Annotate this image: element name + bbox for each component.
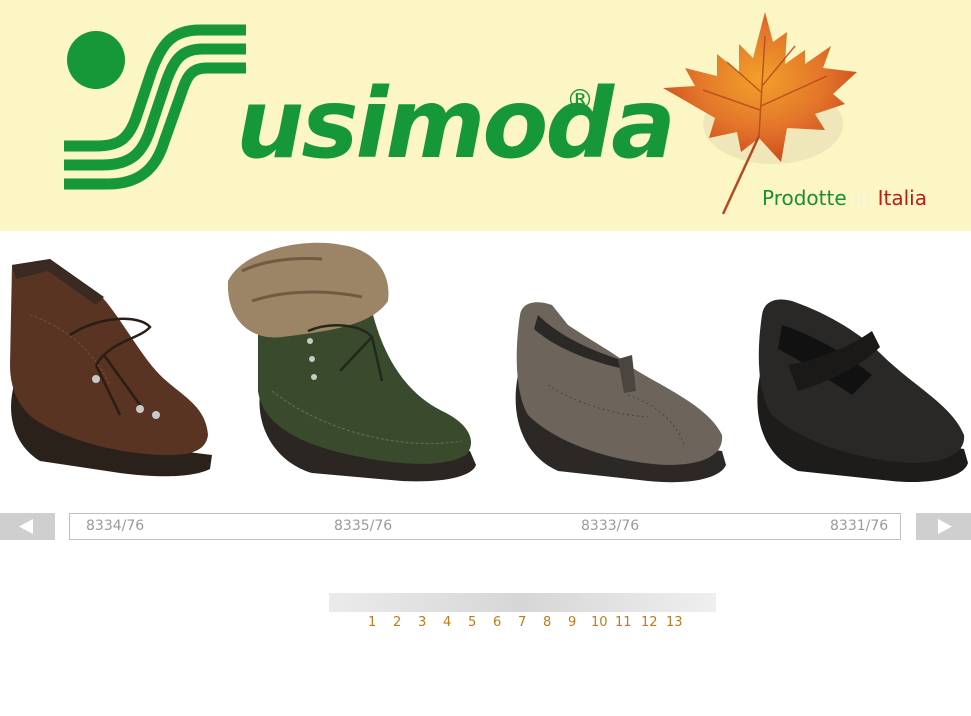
- product-code[interactable]: 8331/76: [830, 518, 888, 535]
- page-link[interactable]: 11: [615, 614, 632, 631]
- product-code[interactable]: 8333/76: [581, 518, 639, 535]
- grey-leather-slip-on-wedge-shoe-image[interactable]: [508, 295, 730, 495]
- susimoda-logo[interactable]: usimoda ®: [60, 22, 676, 202]
- pagination-bar: [329, 593, 716, 612]
- made-in-italy-label: Prodotte in Italia: [762, 188, 927, 208]
- brand-name: usimoda: [236, 68, 676, 180]
- made-in-word-in: in: [853, 186, 872, 210]
- page-link[interactable]: 4: [443, 614, 451, 631]
- black-strap-wedge-shoe-image[interactable]: [752, 295, 970, 495]
- registered-mark: ®: [566, 83, 594, 116]
- triangle-right-icon: [938, 519, 952, 534]
- header-banner: usimoda ® Prodotte in Italia: [0, 0, 971, 231]
- green-suede-fur-collar-wedge-boot-image[interactable]: [222, 241, 480, 496]
- page-link[interactable]: 6: [493, 614, 501, 631]
- made-in-word-italia: Italia: [877, 186, 927, 210]
- page-link[interactable]: 5: [468, 614, 476, 631]
- product-code-bar: 8334/76 8335/76 8333/76 8331/76: [69, 513, 901, 540]
- next-button[interactable]: [916, 513, 971, 540]
- page-link[interactable]: 2: [393, 614, 401, 631]
- brown-suede-lace-up-wedge-bootie-image[interactable]: [0, 255, 220, 495]
- page-link[interactable]: 3: [418, 614, 426, 631]
- page-link[interactable]: 1: [368, 614, 376, 631]
- page-link[interactable]: 10: [591, 614, 608, 631]
- page-link[interactable]: 13: [666, 614, 683, 631]
- page-link[interactable]: 7: [518, 614, 526, 631]
- page-link[interactable]: 9: [568, 614, 576, 631]
- triangle-left-icon: [19, 519, 33, 534]
- product-code[interactable]: 8335/76: [334, 518, 392, 535]
- page-link[interactable]: 12: [641, 614, 658, 631]
- made-in-word-prodotte: Prodotte: [762, 186, 847, 210]
- product-carousel: [0, 231, 971, 511]
- page-link[interactable]: 8: [543, 614, 551, 631]
- product-code[interactable]: 8334/76: [86, 518, 144, 535]
- previous-button[interactable]: [0, 513, 55, 540]
